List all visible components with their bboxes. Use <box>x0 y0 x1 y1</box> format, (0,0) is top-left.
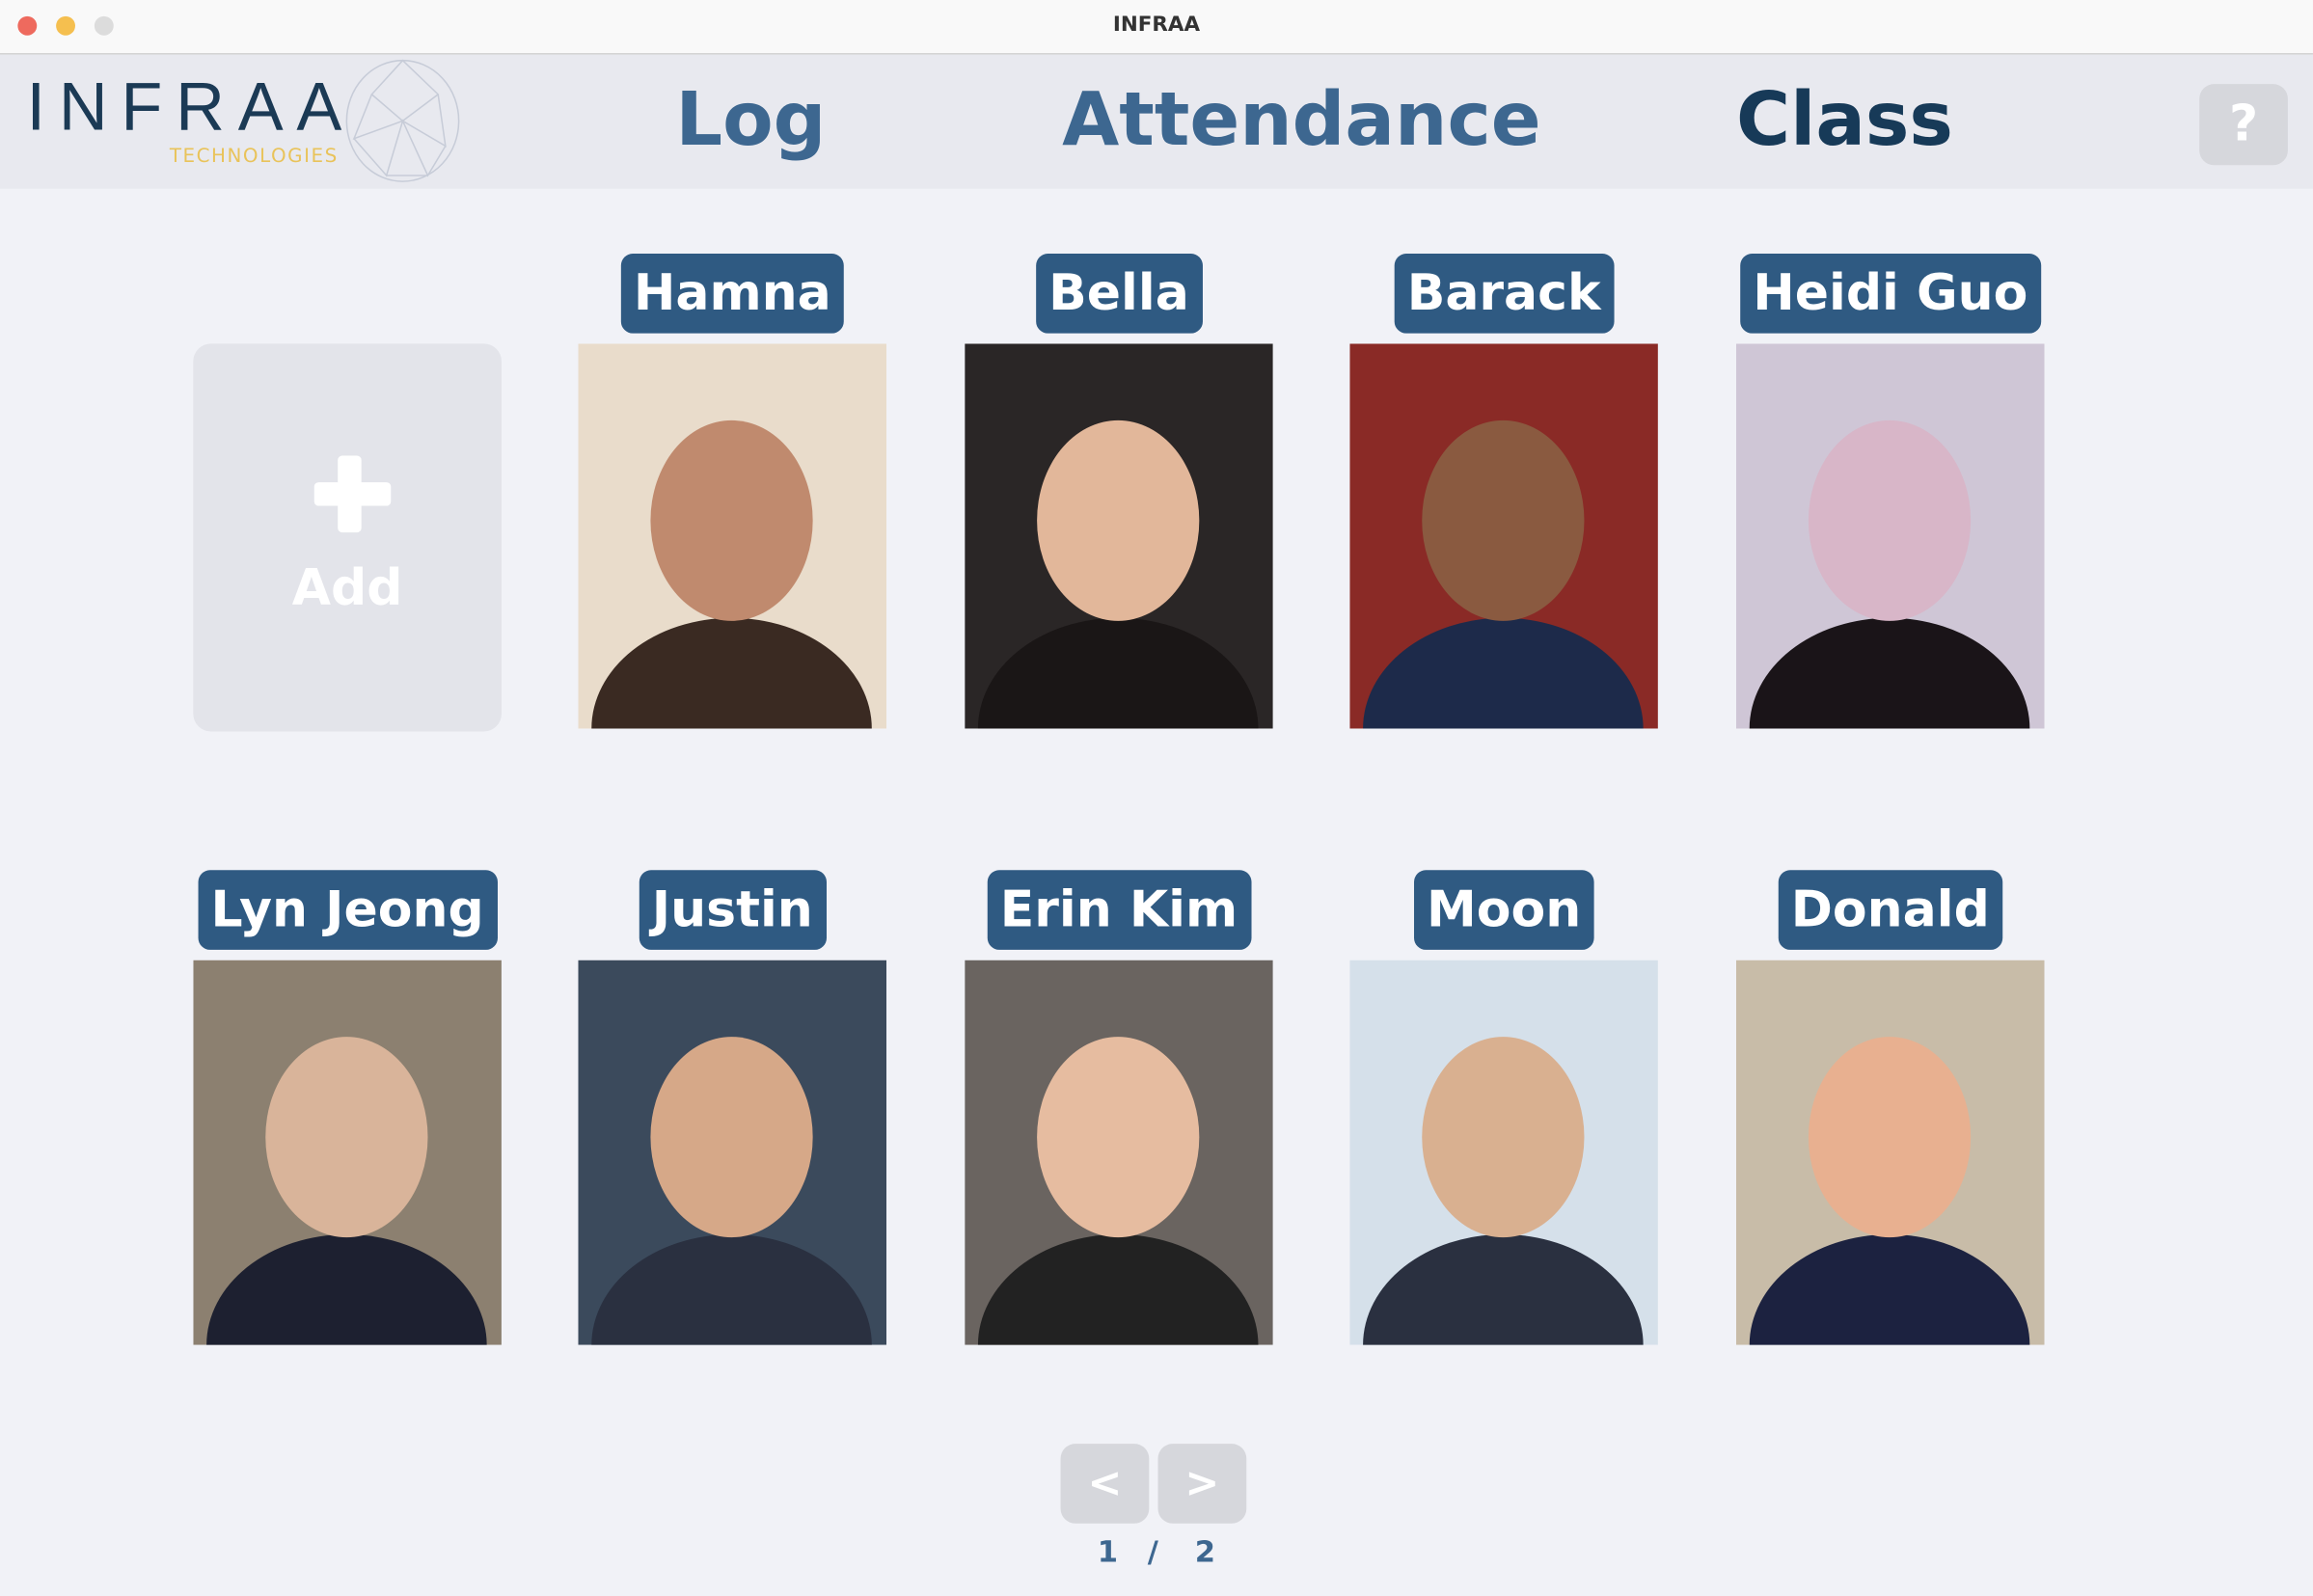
total-pages: 2 <box>1194 1533 1216 1570</box>
page-separator: / <box>1147 1533 1158 1570</box>
student-photo[interactable] <box>1735 960 2045 1345</box>
student-name-label: Justin <box>639 870 827 950</box>
next-page-button[interactable]: > <box>1157 1444 1247 1524</box>
current-page: 1 <box>1097 1533 1119 1570</box>
nav-attendance[interactable]: Attendance <box>1062 75 1541 164</box>
student-name-label: Lyn Jeong <box>197 870 498 950</box>
student-name-label: Donald <box>1778 870 2003 950</box>
student-name-label: Barack <box>1393 254 1615 334</box>
logo-subtitle: TECHNOLOGIES <box>169 146 339 169</box>
student-name-label: Moon <box>1413 870 1594 950</box>
add-label: Add <box>291 558 403 618</box>
app-header: INFRAA TECHNOLOGIES Log Attendance Class… <box>0 54 2313 189</box>
student-name-label: Hamna <box>620 254 845 334</box>
help-button[interactable]: ? <box>2199 84 2288 166</box>
student-photo[interactable] <box>578 960 887 1345</box>
student-photo[interactable] <box>1735 343 2045 729</box>
student-photo[interactable] <box>578 343 887 729</box>
student-name-label: Bella <box>1035 254 1203 334</box>
window-title: INFRAA <box>1112 13 1201 38</box>
student-photo[interactable] <box>965 960 1273 1345</box>
prev-page-button[interactable]: < <box>1060 1444 1150 1524</box>
add-student-button[interactable]: Add <box>193 343 502 732</box>
nav-class[interactable]: Class <box>1736 75 1953 164</box>
student-photo[interactable] <box>965 343 1273 729</box>
nav-log[interactable]: Log <box>675 75 826 164</box>
student-name-label: Heidi Guo <box>1739 254 2042 334</box>
student-photo[interactable] <box>1349 960 1658 1345</box>
title-bar: INFRAA <box>0 0 2313 55</box>
student-photo[interactable] <box>1349 343 1658 729</box>
globe-logo-icon <box>345 59 460 182</box>
student-name-label: Erin Kim <box>987 870 1251 950</box>
logo: INFRAA <box>26 68 356 145</box>
student-photo[interactable] <box>193 960 502 1345</box>
